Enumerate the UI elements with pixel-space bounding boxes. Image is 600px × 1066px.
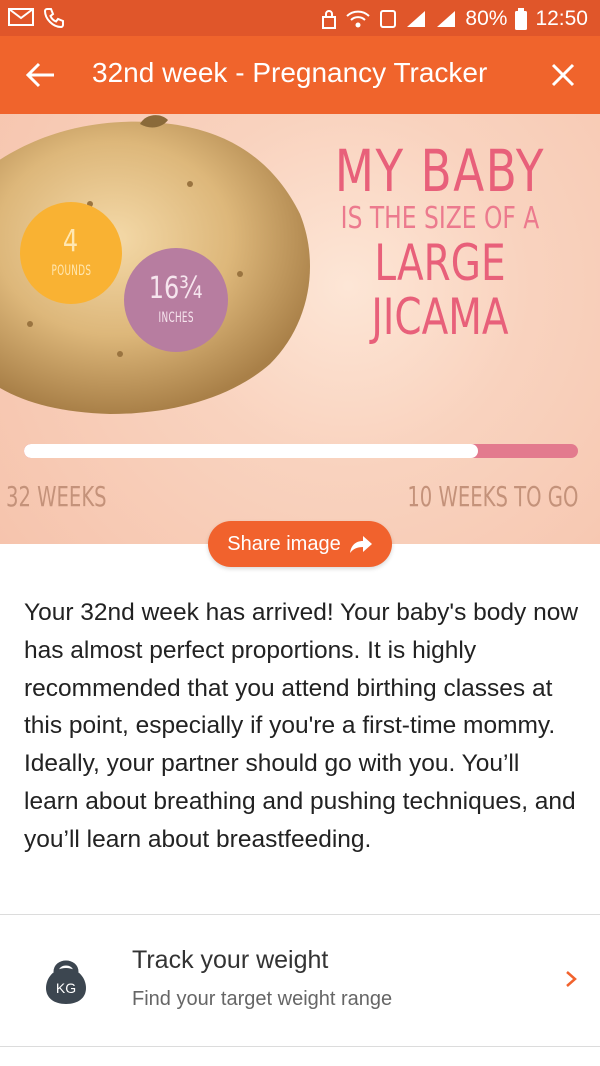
page-title: 32nd week - Pregnancy Tracker <box>92 57 488 88</box>
headline-line-1: MY BABY <box>334 137 546 205</box>
weight-unit: POUNDS <box>51 263 91 279</box>
weight-value: 4 <box>63 224 79 259</box>
status-system: 80% 12:50 <box>321 7 588 31</box>
phone-icon <box>43 8 64 29</box>
status-notifications <box>8 6 66 30</box>
signal-icon <box>407 11 426 27</box>
weeks-done-label: 32 WEEKS <box>6 480 107 513</box>
share-button-label: Share image <box>227 532 341 555</box>
close-icon[interactable] <box>546 58 580 92</box>
baby-size-card: 4 POUNDS 16¾ INCHES MY BABY IS THE SIZE … <box>0 114 600 544</box>
app-bar: 32nd week - Pregnancy Tracker <box>0 36 600 114</box>
kettlebell-icon: KG <box>46 960 86 1004</box>
pregnancy-progress-bar <box>24 444 578 458</box>
divider <box>0 914 600 915</box>
kg-icon-label: KG <box>56 980 76 996</box>
size-headline: MY BABY IS THE SIZE OF A LARGE JICAMA <box>300 140 580 344</box>
track-weight-subtitle: Find your target weight range <box>132 988 393 1010</box>
wifi-icon <box>346 10 371 28</box>
headline-line-3: LARGE JICAMA <box>371 234 509 346</box>
length-badge: 16¾ INCHES <box>124 248 228 352</box>
divider <box>0 1046 600 1047</box>
battery-percent: 80% <box>465 7 508 30</box>
share-arrow-icon <box>349 536 372 553</box>
mail-icon <box>8 8 34 26</box>
week-description: Your 32nd week has arrived! Your baby's … <box>24 599 579 853</box>
lock-icon <box>322 10 337 29</box>
share-image-button[interactable]: Share image <box>208 521 392 567</box>
track-weight-title: Track your weight <box>132 946 329 974</box>
length-value: 16¾ <box>149 271 203 306</box>
status-bar: 80% 12:50 <box>0 0 600 36</box>
signal-2-icon <box>437 11 456 27</box>
length-unit: INCHES <box>158 310 194 326</box>
headline-line-2: IS THE SIZE OF A <box>340 201 540 236</box>
chevron-right-icon <box>566 971 577 987</box>
weight-badge: 4 POUNDS <box>20 202 122 304</box>
nfc-icon <box>380 10 397 28</box>
track-weight-row[interactable]: KG Track your weight Find your target we… <box>0 916 600 1046</box>
progress-fill <box>24 444 479 458</box>
battery-icon <box>515 8 528 30</box>
status-time: 12:50 <box>535 7 588 30</box>
weeks-left-label: 10 WEEKS TO GO <box>406 480 578 513</box>
back-arrow-icon[interactable] <box>24 58 58 92</box>
